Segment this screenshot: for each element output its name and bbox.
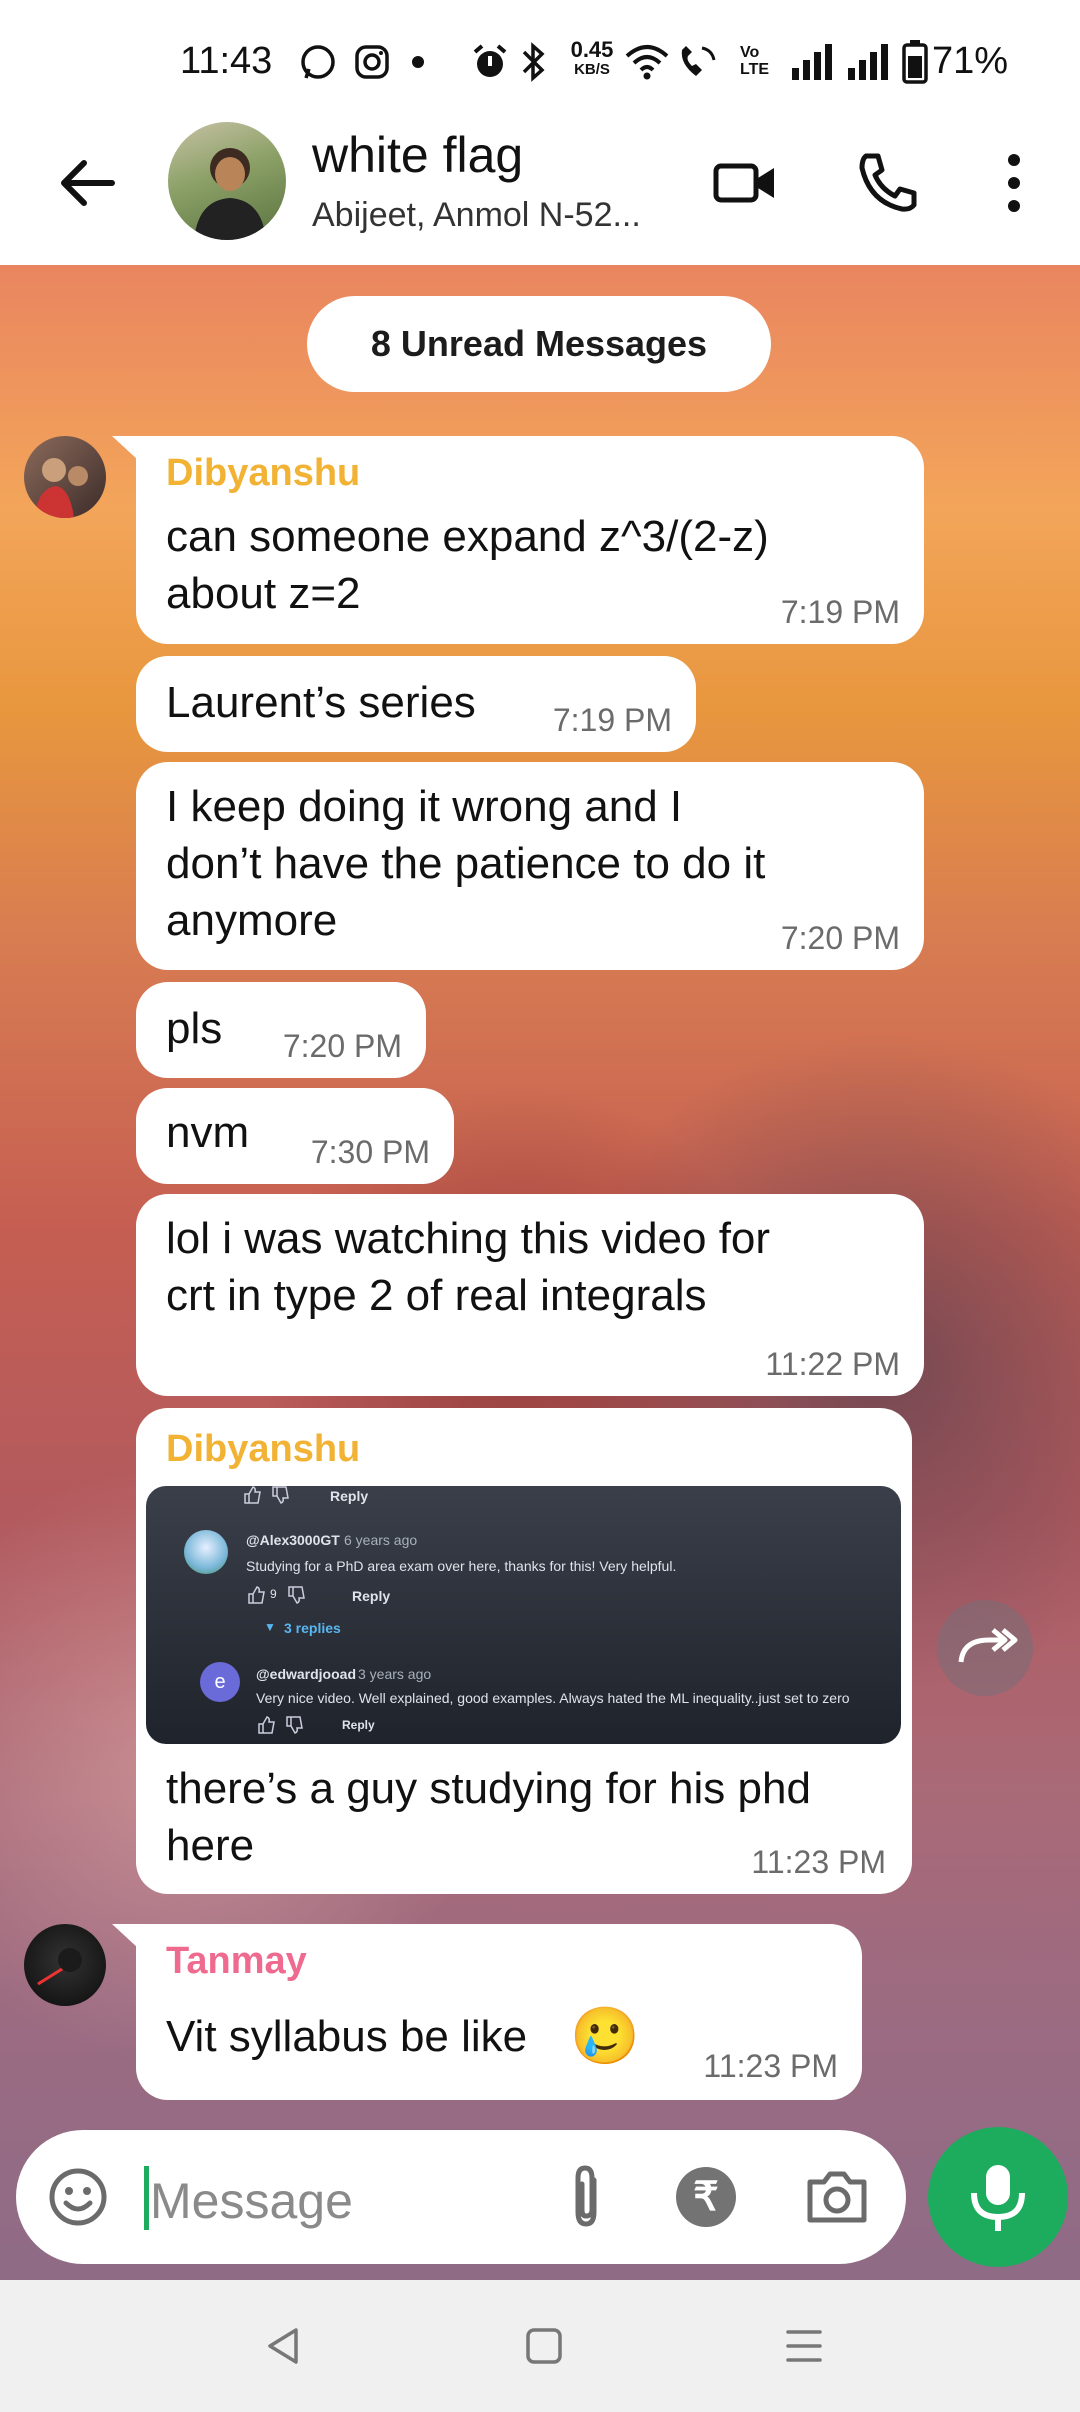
video-camera-icon[interactable]: [708, 146, 782, 220]
message-text: Vit syllabus be like: [166, 2012, 528, 2061]
message-time: 7:20 PM: [282, 1028, 402, 1064]
thumbs-up-icon: [244, 1486, 261, 1504]
message-bubble[interactable]: Tanmay Vit syllabus be like 🥲 11:23 PM: [136, 1924, 862, 2100]
message-text-line: crt in type 2 of real integrals: [166, 1271, 707, 1320]
sender-avatar[interactable]: [24, 1924, 106, 2006]
shared-image[interactable]: Reply @Alex3000GT 6 years ago Studying f…: [146, 1486, 901, 1744]
more-vertical-icon[interactable]: [994, 146, 1034, 220]
alarm-icon: [473, 44, 507, 77]
group-avatar[interactable]: [168, 122, 286, 240]
thumbs-down-icon: [272, 1486, 289, 1504]
message-bubble[interactable]: nvm 7:30 PM: [136, 1088, 454, 1184]
system-navigation-bar: [0, 2280, 1080, 2412]
text-cursor: [144, 2166, 149, 2230]
message-bubble[interactable]: I keep doing it wrong and I don’t have t…: [136, 762, 924, 970]
like-count: 9: [270, 1587, 277, 1601]
commenter-avatar: e: [200, 1662, 240, 1702]
mic-icon: [971, 2165, 1025, 2231]
comment-user: @Alex3000GT: [246, 1532, 340, 1548]
bubble-tail: [112, 1924, 138, 1948]
battery-percentage: 71%: [932, 40, 1009, 82]
arrow-left-icon[interactable]: [54, 148, 124, 218]
thumbs-up-icon: [248, 1586, 265, 1604]
wifi-calling-icon: [681, 46, 716, 76]
message-time: 7:19 PM: [780, 594, 900, 630]
reply-link: Reply: [352, 1588, 391, 1604]
home-square-icon[interactable]: [522, 2324, 566, 2368]
message-time: 11:23 PM: [703, 2048, 838, 2084]
message-text: nvm: [166, 1108, 250, 1157]
thumbs-down-icon: [288, 1586, 305, 1604]
message-text-line: there’s a guy studying for his phd: [166, 1764, 811, 1813]
message-input[interactable]: Message: [150, 2172, 353, 2230]
group-name[interactable]: white flag: [312, 126, 523, 184]
crying-smile-emoji: 🥲: [570, 2004, 640, 2067]
message-bubble[interactable]: Laurent’s series 7:19 PM: [136, 656, 696, 752]
comment-age: 6 years ago: [344, 1532, 418, 1548]
unread-messages-banner: 8 Unread Messages: [307, 296, 771, 392]
whatsapp-notification-icon: [301, 45, 335, 79]
message-bubble[interactable]: Dibyanshu can someone expand z^3/(2-z) a…: [136, 436, 924, 644]
emoji-icon[interactable]: [46, 2165, 110, 2229]
commenter-avatar: [184, 1530, 228, 1574]
message-text-line: can someone expand z^3/(2-z): [166, 512, 769, 561]
reply-link: Reply: [330, 1488, 369, 1504]
signal-strength-2-icon: [848, 44, 888, 80]
paperclip-icon[interactable]: [552, 2160, 622, 2234]
message-text-line: about z=2: [166, 569, 361, 618]
message-bubble[interactable]: pls 7:20 PM: [136, 982, 426, 1078]
message-bubble[interactable]: lol i was watching this video for crt in…: [136, 1194, 924, 1396]
person-photo-icon: [34, 458, 88, 518]
person-photo-icon: [194, 148, 266, 240]
message-text: pls: [166, 1004, 223, 1053]
message-time: 11:23 PM: [751, 1844, 886, 1880]
message-text: Laurent’s series: [166, 678, 476, 727]
comment-text: Very nice video. Well explained, good ex…: [256, 1690, 850, 1706]
network-speed: 0.45 KB/S: [570, 37, 614, 79]
sender-name: Tanmay: [166, 1940, 307, 1982]
camera-icon[interactable]: [802, 2162, 872, 2232]
phone-icon[interactable]: [852, 146, 926, 220]
message-text-line: here: [166, 1821, 255, 1870]
instagram-notification-icon: [355, 45, 389, 79]
sender-name: Dibyanshu: [166, 452, 361, 494]
status-time: 11:43: [180, 40, 273, 82]
message-input-bar: Message ₹: [16, 2130, 906, 2264]
replies-chevron-icon: ▼: [264, 1620, 276, 1634]
comment-age: 3 years ago: [358, 1666, 432, 1682]
person-photo-icon: [37, 1948, 82, 1986]
reply-link: Reply: [342, 1718, 375, 1732]
wifi-icon: [625, 45, 669, 80]
group-members[interactable]: Abijeet, Anmol N-52...: [312, 196, 641, 235]
recents-menu-icon[interactable]: [782, 2324, 826, 2368]
comment-text: Studying for a PhD area exam over here, …: [246, 1558, 677, 1574]
message-text-line: anymore: [166, 896, 338, 945]
message-time: 7:30 PM: [310, 1134, 430, 1170]
signal-strength-1-icon: [792, 44, 832, 80]
thumbs-down-icon: [286, 1716, 303, 1734]
message-text-line: I keep doing it wrong and I: [166, 782, 683, 831]
comment-user: @edwardjooad: [256, 1666, 356, 1682]
message-time: 7:20 PM: [780, 920, 900, 956]
bubble-tail: [112, 436, 138, 460]
message-time: 7:19 PM: [552, 702, 672, 738]
battery-icon: [902, 40, 928, 84]
status-bar: 11:43 0.45 KB/S Vo LTE 71%: [0, 0, 1080, 120]
notification-dot-icon: [412, 56, 424, 68]
forward-button[interactable]: [937, 1600, 1033, 1696]
forward-icon: [958, 1628, 1018, 1663]
sender-avatar[interactable]: [24, 436, 106, 518]
back-triangle-icon[interactable]: [262, 2324, 306, 2368]
voice-message-button[interactable]: [928, 2127, 1068, 2267]
message-text-line: don’t have the patience to do it: [166, 839, 766, 888]
volte-indicator: Vo LTE: [740, 44, 770, 78]
replies-link: 3 replies: [284, 1620, 341, 1636]
bluetooth-icon: [522, 42, 545, 82]
sender-name: Dibyanshu: [166, 1428, 361, 1470]
message-time: 11:22 PM: [765, 1346, 900, 1382]
rupee-icon[interactable]: ₹: [676, 2167, 736, 2227]
thumbs-up-icon: [258, 1716, 275, 1734]
message-text-line: lol i was watching this video for: [166, 1214, 771, 1263]
